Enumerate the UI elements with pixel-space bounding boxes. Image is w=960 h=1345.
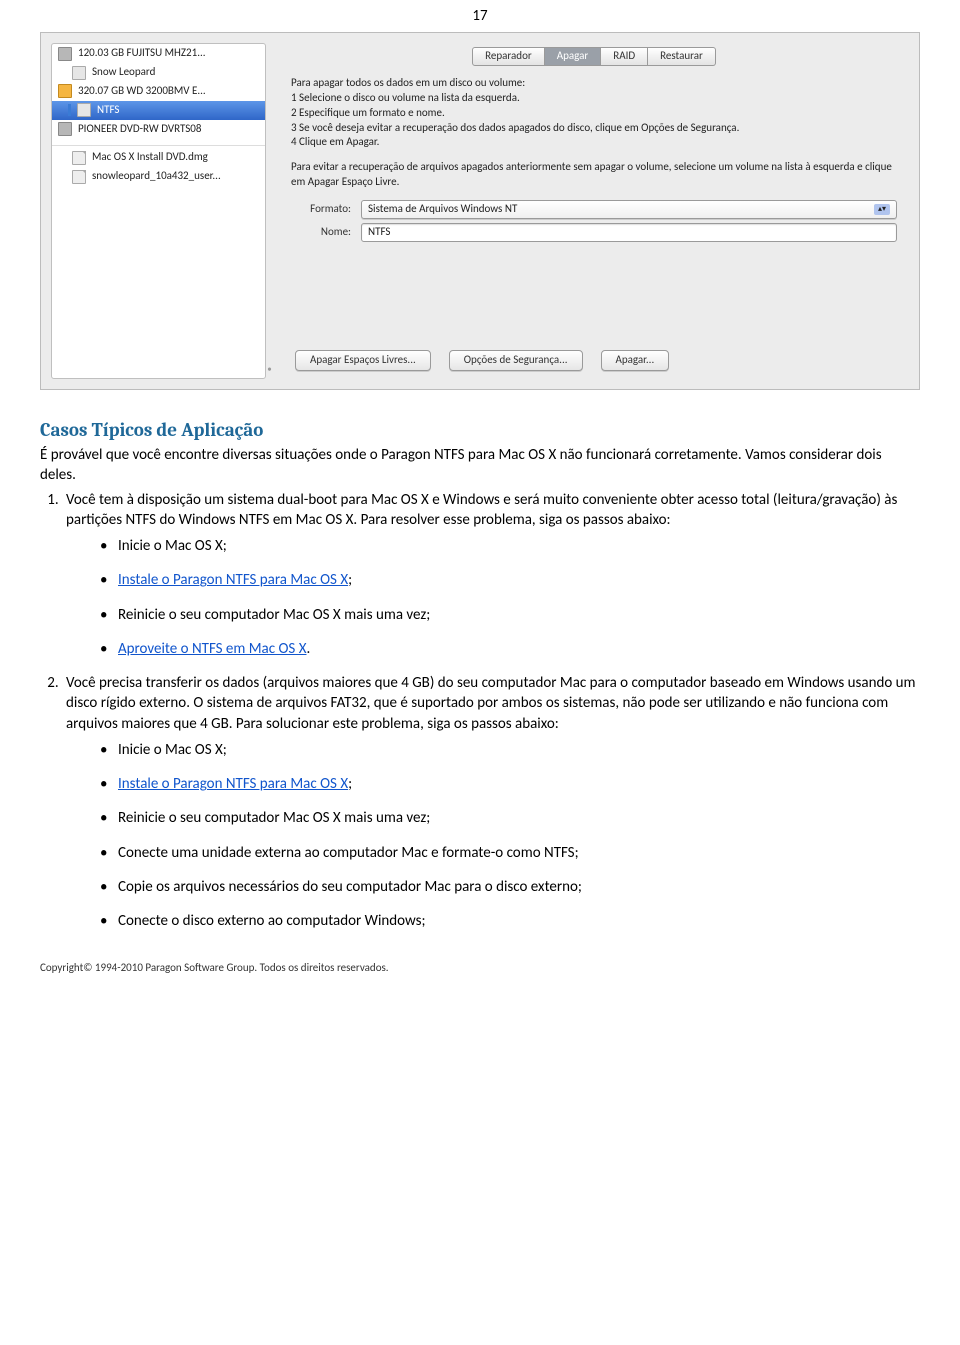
sidebar-item[interactable]: Mac OS X Install DVD.dmg (52, 148, 265, 167)
case2-text: Você precisa transferir os dados (arquiv… (66, 674, 916, 733)
sidebar-item-label: snowleopard_10a432_user... (92, 169, 221, 184)
instr-line: 2 Especifique um formato e nome. (291, 106, 897, 121)
sidebar-item[interactable]: Snow Leopard (52, 63, 265, 82)
button[interactable]: Opções de Segurança... (449, 350, 583, 371)
sidebar-item[interactable]: PIONEER DVD-RW DVRTS08 (52, 120, 265, 139)
sidebar-item-label: 320.07 GB WD 3200BMV E... (78, 84, 206, 99)
case1-steps: Inicie o Mac OS X; Instale o Paragon NTFS… (66, 536, 920, 659)
button[interactable]: Apagar Espaços Livres... (295, 350, 431, 371)
name-label: Nome: (291, 225, 351, 240)
hddy-icon (58, 84, 72, 98)
erase-note: Para evitar a recuperação de arquivos ap… (291, 160, 897, 190)
list-item: Instale o Paragon NTFS para Mac OS X; (118, 774, 920, 794)
sidebar-item-label: Snow Leopard (92, 65, 155, 80)
instr-line: 3 Se você deseja evitar a recuperação do… (291, 121, 897, 136)
sidebar-item[interactable]: 120.03 GB FUJITSU MHZ21... (52, 44, 265, 63)
sidebar-item[interactable]: snowleopard_10a432_user... (52, 167, 265, 186)
resize-handle: • (266, 43, 273, 378)
instr-line: 1 Selecione o disco ou volume na lista d… (291, 91, 897, 106)
tab-raid[interactable]: RAID (601, 47, 648, 66)
tab-reparador[interactable]: Reparador (472, 47, 545, 66)
hdd-icon (58, 122, 72, 136)
link[interactable]: Instale o Paragon NTFS para Mac OS X (118, 775, 348, 793)
button[interactable]: Apagar... (601, 350, 670, 371)
list-item: Copie os arquivos necessários do seu com… (118, 877, 920, 897)
case-list: Você tem à disposição um sistema dual-bo… (40, 490, 920, 932)
disk-utility-screenshot: 120.03 GB FUJITSU MHZ21... Snow Leopard 32… (40, 32, 920, 389)
vol-icon (72, 66, 86, 80)
sidebar-item[interactable]: 320.07 GB WD 3200BMV E... (52, 82, 265, 101)
tab-apagar[interactable]: Apagar (545, 47, 602, 66)
list-item: Reinicie o seu computador Mac OS X mais … (118, 808, 920, 828)
format-select[interactable]: Sistema de Arquivos Windows NT ▴▾ (361, 200, 897, 219)
name-input[interactable]: NTFS (361, 223, 897, 242)
vol-icon (77, 103, 91, 117)
dmg-icon (72, 151, 86, 165)
copyright-footer: Copyright© 1994-2010 Paragon Software Gr… (40, 961, 920, 976)
list-item: Conecte uma unidade externa ao computado… (118, 843, 920, 863)
instr-title: Para apagar todos os dados em um disco o… (291, 76, 897, 91)
erase-instructions: Para apagar todos os dados em um disco o… (291, 76, 897, 150)
dmg-icon (72, 170, 86, 184)
sidebar-item-label: 120.03 GB FUJITSU MHZ21... (78, 46, 206, 61)
sidebar: 120.03 GB FUJITSU MHZ21... Snow Leopard 32… (51, 43, 266, 378)
format-label: Formato: (291, 202, 351, 217)
link[interactable]: Instale o Paragon NTFS para Mac OS X (118, 571, 348, 589)
case2-steps: Inicie o Mac OS X; Instale o Paragon NTFS… (66, 740, 920, 932)
instr-line: 4 Clique em Apagar. (291, 135, 897, 150)
link[interactable]: Aproveite o NTFS em Mac OS X (118, 640, 306, 658)
list-item: Inicie o Mac OS X; (118, 740, 920, 760)
list-item: Aproveite o NTFS em Mac OS X. (118, 639, 920, 659)
intro-paragraph: É provável que você encontre diversas si… (40, 445, 920, 486)
tab-restaurar[interactable]: Restaurar (648, 47, 716, 66)
format-value: Sistema de Arquivos Windows NT (368, 202, 517, 217)
case1-text: Você tem à disposição um sistema dual-bo… (66, 491, 897, 529)
sidebar-item-label: PIONEER DVD-RW DVRTS08 (78, 122, 201, 137)
sidebar-item[interactable]: NTFS (52, 101, 265, 120)
list-item: Instale o Paragon NTFS para Mac OS X; (118, 570, 920, 590)
list-item: Inicie o Mac OS X; (118, 536, 920, 556)
tab-bar: ReparadorApagarRAIDRestaurar (291, 47, 897, 66)
sidebar-item-label: Mac OS X Install DVD.dmg (92, 150, 208, 165)
hdd-icon (58, 47, 72, 61)
chevron-updown-icon: ▴▾ (874, 204, 890, 215)
sidebar-item-label: NTFS (97, 103, 119, 118)
list-item: Reinicie o seu computador Mac OS X mais … (118, 605, 920, 625)
list-item: Conecte o disco externo ao computador Wi… (118, 911, 920, 931)
section-heading: Casos Típicos de Aplicação (40, 418, 920, 444)
page-number: 17 (40, 0, 920, 30)
